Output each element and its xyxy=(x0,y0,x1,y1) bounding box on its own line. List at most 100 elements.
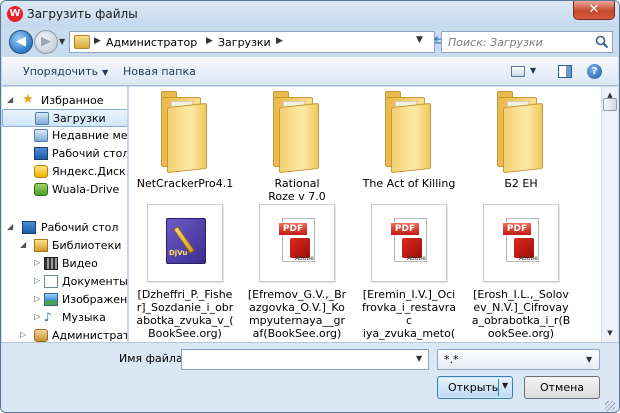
djvu-icon: DjVu xyxy=(166,218,206,264)
wuala-drive-icon xyxy=(34,183,48,196)
folder-icon xyxy=(161,89,211,174)
organize-label: Упорядочить xyxy=(23,65,99,78)
folder-item[interactable]: Б2 ЕН xyxy=(471,89,571,190)
chevron-right-icon[interactable]: ▶ xyxy=(206,36,213,46)
cancel-label: Отмена xyxy=(539,381,585,394)
tree-label: Музыка xyxy=(62,311,106,324)
folder-icon xyxy=(74,35,90,49)
open-label: Открыть xyxy=(448,381,499,394)
split-divider xyxy=(498,379,499,396)
open-button[interactable]: Открыть ▼ xyxy=(437,376,513,399)
tree-item-libraries[interactable]: ◢ Библиотеки xyxy=(2,237,127,255)
preview-pane-icon[interactable] xyxy=(558,65,572,78)
file-list[interactable]: NetCrackerPro4.1 Rational Roze v 7.0 The… xyxy=(129,87,601,342)
tree-item-desktop[interactable]: ◢ Рабочий стол xyxy=(2,219,127,237)
chevron-down-icon: ▼ xyxy=(102,68,109,77)
expand-arrow-icon[interactable]: ▷ xyxy=(20,330,26,339)
downloads-folder-icon xyxy=(35,112,49,125)
scroll-down-icon[interactable]: ▼ xyxy=(603,326,617,340)
search-icon[interactable] xyxy=(595,35,609,49)
back-button[interactable]: ◀ xyxy=(9,30,33,54)
help-icon[interactable]: ? xyxy=(587,64,602,79)
breadcrumb-administrator[interactable]: Администратор xyxy=(106,36,197,49)
djvu-label: DjVu xyxy=(169,249,188,257)
expand-arrow-icon[interactable]: ▷ xyxy=(34,294,40,303)
resize-grip[interactable] xyxy=(605,401,615,411)
recent-locations-dropdown[interactable]: ▼ xyxy=(59,37,68,47)
documents-icon xyxy=(44,275,58,288)
collapse-arrow-icon[interactable]: ◢ xyxy=(7,95,13,104)
expand-arrow-icon[interactable]: ▷ xyxy=(34,276,40,285)
file-type-select[interactable]: *.* ▼ xyxy=(437,349,600,370)
desktop-icon xyxy=(34,147,48,160)
file-item[interactable]: PDF Adobe [Erosh_I.L.,_Solov ev_N.V.]_Ci… xyxy=(471,204,571,342)
expand-arrow-icon[interactable]: ▷ xyxy=(34,258,40,267)
tree-label: Избранное xyxy=(41,94,104,107)
tree-item-wuala-drive[interactable]: Wuala-Drive xyxy=(2,181,127,199)
tree-item-favorites[interactable]: ◢ ★ Избранное xyxy=(2,92,127,110)
forward-button[interactable]: ▶ xyxy=(34,30,58,54)
tree-item-recent-places[interactable]: Недавние места xyxy=(2,127,128,145)
organize-button[interactable]: Упорядочить ▼ xyxy=(23,65,108,78)
filename-field[interactable]: ▼ xyxy=(181,349,429,370)
file-name: The Act of Killing xyxy=(362,177,456,190)
folder-item[interactable]: NetCrackerPro4.1 xyxy=(135,89,235,190)
pdf-vendor: Adobe xyxy=(407,255,426,262)
tree-label: Библиотеки xyxy=(52,239,122,252)
navigation-bar: ◀ ▶ ▼ ▶ Администратор ▶ Загрузки ▶ ▼ ⇆ П… xyxy=(1,27,619,57)
tree-item-administrator[interactable]: ▷ Администратор xyxy=(2,327,127,342)
file-item[interactable]: PDF Adobe [Efremov_G.V.,_Br azgovka_O.V.… xyxy=(247,204,347,342)
file-item[interactable]: DjVu [Dzheffri_P._Fishe r]_Sozdanie_i_ob… xyxy=(135,204,235,342)
file-thumbnail: PDF Adobe xyxy=(259,204,335,282)
chevron-down-icon: ▼ xyxy=(586,355,593,364)
tree-label: Недавние места xyxy=(52,129,128,142)
tree-label: Яндекс.Диск xyxy=(52,165,126,178)
cancel-button[interactable]: Отмена xyxy=(524,376,600,399)
pdf-label: PDF xyxy=(279,223,307,235)
breadcrumb-downloads[interactable]: Загрузки xyxy=(218,36,271,49)
collapse-arrow-icon[interactable]: ◢ xyxy=(7,222,13,231)
chevron-right-icon[interactable]: ▶ xyxy=(276,36,283,46)
file-name: [Dzheffri_P._Fishe r]_Sozdanie_i_obr abo… xyxy=(136,288,234,340)
expand-arrow-icon[interactable]: ▷ xyxy=(34,312,40,321)
search-box[interactable]: Поиск: Загрузки xyxy=(441,31,613,53)
tree-item-yandex-disk[interactable]: Яндекс.Диск xyxy=(2,163,127,181)
tree-item-documents[interactable]: ▷ Документы xyxy=(2,273,127,291)
pdf-icon: PDF Adobe xyxy=(391,218,427,262)
change-view-icon[interactable] xyxy=(511,66,525,77)
file-item[interactable]: PDF Adobe [Eremin_I.V.]_Oci frovka_i_res… xyxy=(359,204,459,342)
close-button[interactable]: ✕ xyxy=(573,1,615,20)
scrollbar-thumb[interactable] xyxy=(603,98,617,111)
tree-item-downloads[interactable]: Загрузки xyxy=(2,109,127,127)
title-bar[interactable]: W Загрузить файлы ✕ xyxy=(1,1,619,27)
pdf-label: PDF xyxy=(503,223,531,235)
collapse-arrow-icon[interactable]: ◢ xyxy=(20,240,26,249)
file-type-value: *.* xyxy=(444,353,459,366)
vertical-scrollbar[interactable]: ▲ ▼ xyxy=(601,87,618,342)
pdf-vendor: Adobe xyxy=(519,255,538,262)
tree-item-music[interactable]: ▷ ♪ Музыка xyxy=(2,309,127,327)
tree-item-desktop-favorite[interactable]: Рабочий стол xyxy=(2,145,127,163)
address-bar[interactable]: ▶ Администратор ▶ Загрузки ▶ ▼ ⇆ xyxy=(69,31,445,53)
tree-label: Wuala-Drive xyxy=(52,183,120,196)
dialog-footer: Имя файла: ▼ *.* ▼ Открыть ▼ Отмена xyxy=(1,342,619,412)
new-folder-button[interactable]: Новая папка xyxy=(123,65,196,78)
chevron-right-icon[interactable]: ▶ xyxy=(94,36,101,46)
search-input[interactable]: Поиск: Загрузки xyxy=(448,36,543,49)
view-options-dropdown[interactable]: ▼ xyxy=(530,66,536,75)
chevron-down-icon[interactable]: ▼ xyxy=(502,381,508,390)
folder-item[interactable]: The Act of Killing xyxy=(359,89,459,190)
file-name: [Eremin_I.V.]_Oci frovka_i_restavrac iya… xyxy=(362,288,456,342)
file-thumbnail: DjVu xyxy=(147,204,223,282)
pdf-label: PDF xyxy=(391,223,419,235)
tree-item-images[interactable]: ▷ Изображения xyxy=(2,291,127,309)
open-file-dialog: W Загрузить файлы ✕ ◀ ▶ ▼ ▶ Администрато… xyxy=(0,0,620,413)
file-thumbnail: PDF Adobe xyxy=(371,204,447,282)
file-name: [Efremov_G.V.,_Br azgovka_O.V.]_Ko mpyut… xyxy=(247,288,347,340)
desktop-icon xyxy=(22,221,36,234)
tree-item-video[interactable]: ▷ Видео xyxy=(2,255,127,273)
navigation-pane[interactable]: ◢ ★ Избранное Загрузки Недавние места Ра… xyxy=(2,87,128,342)
chevron-down-icon[interactable]: ▼ xyxy=(416,354,422,363)
folder-item[interactable]: Rational Roze v 7.0 xyxy=(247,89,347,203)
address-dropdown-icon[interactable]: ▼ xyxy=(416,35,423,45)
